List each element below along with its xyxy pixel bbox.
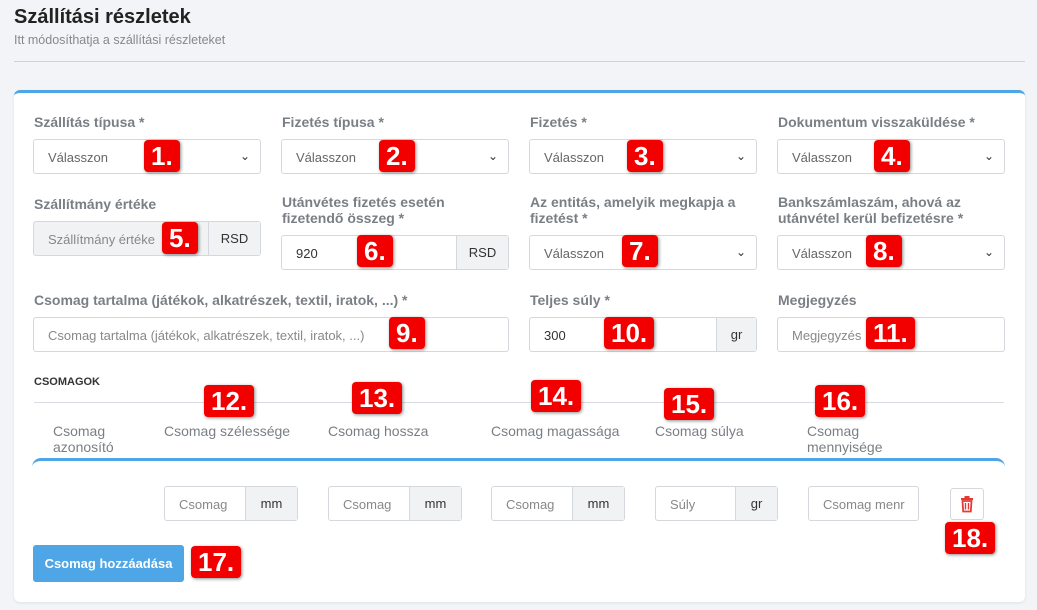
package-weight-input[interactable]: Súly gr xyxy=(655,486,778,521)
column-package-id: Csomag azonosító xyxy=(53,423,114,455)
annotation-badge-16: 16. xyxy=(815,385,866,417)
chevron-down-icon: ⌄ xyxy=(487,149,498,163)
package-contents-input[interactable]: Csomag tartalma (játékok, alkatrészek, t… xyxy=(33,317,509,352)
package-length-input[interactable]: Csomag mm xyxy=(328,486,462,521)
shipping-type-label: Szállítás típusa * xyxy=(34,114,145,130)
annotation-badge-7: 7. xyxy=(622,235,658,267)
package-contents-label: Csomag tartalma (játékok, alkatrészek, t… xyxy=(34,292,408,308)
package-weight-unit: gr xyxy=(735,487,777,520)
total-weight-value: 300 xyxy=(544,328,566,343)
chevron-down-icon: ⌄ xyxy=(239,149,250,163)
packages-table-border xyxy=(32,458,1005,467)
package-weight-placeholder: Súly xyxy=(670,497,696,512)
payee-entity-value: Válasszon xyxy=(544,246,604,261)
package-height-unit: mm xyxy=(572,487,624,520)
column-package-length: Csomag hossza xyxy=(328,423,429,439)
total-weight-label: Teljes súly * xyxy=(530,292,610,308)
shipping-type-value: Válasszon xyxy=(48,150,108,165)
package-height-placeholder: Csomag xyxy=(506,497,555,512)
annotation-badge-8: 8. xyxy=(866,235,902,267)
annotation-badge-17: 17. xyxy=(191,546,242,578)
cod-amount-value: 920 xyxy=(296,246,318,261)
package-height-input[interactable]: Csomag mm xyxy=(491,486,625,521)
chevron-down-icon: ⌄ xyxy=(983,149,994,163)
annotation-badge-4: 4. xyxy=(874,140,910,172)
payment-label: Fizetés * xyxy=(530,114,587,130)
annotation-badge-3: 3. xyxy=(627,140,663,172)
cod-amount-input[interactable]: 920 RSD xyxy=(281,235,509,270)
total-weight-unit: gr xyxy=(716,318,756,351)
chevron-down-icon: ⌄ xyxy=(735,149,746,163)
chevron-down-icon: ⌄ xyxy=(735,245,746,259)
payment-type-label: Fizetés típusa * xyxy=(282,114,384,130)
annotation-badge-10: 10. xyxy=(604,317,655,349)
annotation-badge-1: 1. xyxy=(144,140,180,172)
column-package-weight: Csomag súlya xyxy=(655,423,744,439)
shipment-value-placeholder: Szállítmány értéke xyxy=(48,232,155,247)
package-width-placeholder: Csomag xyxy=(179,497,228,512)
annotation-badge-6: 6. xyxy=(357,235,393,267)
page-title: Szállítási részletek xyxy=(14,6,191,28)
page-header: Szállítási részletek Itt módosíthatja a … xyxy=(14,6,225,47)
column-package-height: Csomag magassága xyxy=(491,423,620,439)
column-package-quantity: Csomag mennyisége xyxy=(807,423,883,455)
package-contents-placeholder: Csomag tartalma (játékok, alkatrészek, t… xyxy=(48,328,365,343)
column-package-width: Csomag szélessége xyxy=(164,423,291,439)
package-quantity-input[interactable]: Csomag menr xyxy=(808,486,919,521)
note-label: Megjegyzés xyxy=(778,292,857,308)
packages-section-title: CSOMAGOK xyxy=(34,376,100,388)
payee-entity-label: Az entitás, amelyik megkapja a fizetést … xyxy=(530,194,736,226)
note-placeholder: Megjegyzés xyxy=(792,328,862,343)
annotation-badge-14: 14. xyxy=(531,380,582,412)
delete-package-button[interactable] xyxy=(950,488,984,520)
cod-amount-label: Utánvétes fizetés esetén fizetendő össze… xyxy=(282,194,445,226)
annotation-badge-2: 2. xyxy=(379,140,415,172)
annotation-badge-13: 13. xyxy=(352,382,403,414)
chevron-down-icon: ⌄ xyxy=(983,245,994,259)
annotation-badge-11: 11. xyxy=(866,317,915,349)
annotation-badge-9: 9. xyxy=(389,317,425,349)
payment-type-value: Válasszon xyxy=(296,150,356,165)
annotation-badge-18: 18. xyxy=(945,522,996,554)
bank-account-value: Válasszon xyxy=(792,246,852,261)
annotation-badge-5: 5. xyxy=(162,222,198,254)
shipment-value-unit: RSD xyxy=(208,222,260,255)
add-package-button[interactable]: Csomag hozzáadása xyxy=(33,545,184,582)
document-return-value: Válasszon xyxy=(792,150,852,165)
package-length-placeholder: Csomag xyxy=(343,497,392,512)
package-width-unit: mm xyxy=(245,487,297,520)
annotation-badge-15: 15. xyxy=(664,388,715,420)
package-length-unit: mm xyxy=(409,487,461,520)
bank-account-label: Bankszámlaszám, ahová az utánvétel kerül… xyxy=(778,194,964,226)
annotation-badge-12: 12. xyxy=(204,385,255,417)
cod-amount-unit: RSD xyxy=(456,236,508,269)
trash-icon xyxy=(961,496,973,513)
package-quantity-placeholder: Csomag menr xyxy=(823,497,905,512)
page-subtitle: Itt módosíthatja a szállítási részleteke… xyxy=(14,33,226,47)
payment-value: Válasszon xyxy=(544,150,604,165)
header-divider xyxy=(14,61,1025,62)
shipment-value-input[interactable]: Szállítmány értéke RSD xyxy=(33,221,261,256)
shipment-value-label: Szállítmány értéke xyxy=(34,196,157,212)
document-return-label: Dokumentum visszaküldése * xyxy=(778,114,975,130)
package-width-input[interactable]: Csomag mm xyxy=(164,486,298,521)
